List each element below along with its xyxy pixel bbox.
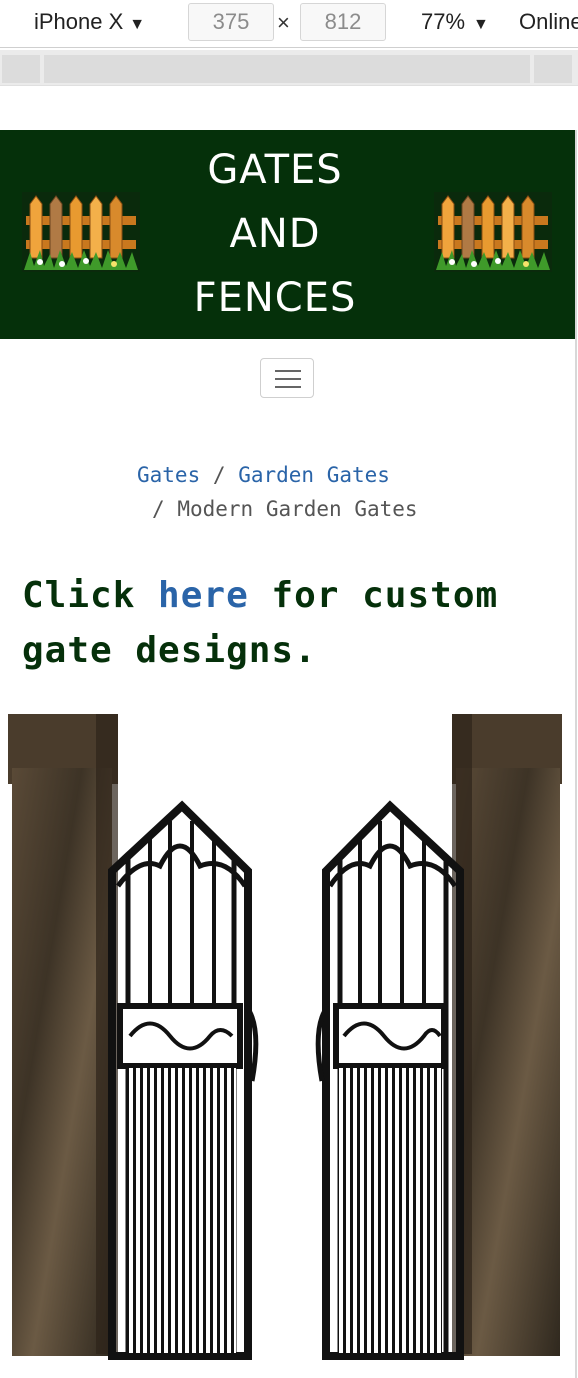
- breadcrumb-separator: /: [152, 497, 165, 521]
- viewport-edge: [575, 130, 577, 1378]
- breadcrumb-separator: /: [212, 463, 226, 487]
- breadcrumb-line: Gates / Garden Gates: [137, 458, 390, 492]
- viewport-top-spacer: [0, 87, 578, 130]
- site-title-line: AND: [229, 211, 321, 257]
- custom-design-cta: Click here for custom gate designs.: [22, 568, 562, 678]
- throttle-select[interactable]: Online: [519, 9, 578, 35]
- breadcrumb-link-garden-gates[interactable]: Garden Gates: [238, 463, 390, 487]
- picket-fence-icon: [22, 192, 140, 272]
- cta-text-before: Click: [22, 575, 159, 616]
- devtools-toolbar: iPhone X ▼ 375 × 812 77% ▼ Online: [0, 0, 578, 48]
- media-query-segment[interactable]: [2, 55, 40, 83]
- breadcrumb-current: Modern Garden Gates: [177, 497, 418, 521]
- breadcrumb-line: / Modern Garden Gates: [152, 492, 418, 526]
- device-select[interactable]: iPhone X ▼: [34, 9, 145, 35]
- zoom-label: 77%: [421, 9, 466, 34]
- device-label: iPhone X: [34, 9, 124, 34]
- site-title-line: FENCES: [193, 275, 357, 321]
- breadcrumb-link-gates[interactable]: Gates: [137, 463, 200, 487]
- zoom-select[interactable]: 77% ▼: [421, 9, 489, 35]
- site-title[interactable]: GATES AND FENCES: [140, 138, 410, 330]
- site-header: GATES AND FENCES: [0, 130, 575, 339]
- media-query-segment[interactable]: [44, 55, 530, 83]
- custom-design-link[interactable]: here: [158, 575, 249, 616]
- nav-toggle-button[interactable]: [260, 358, 314, 398]
- media-query-bar: [0, 50, 578, 86]
- site-title-line: GATES: [207, 147, 343, 193]
- chevron-down-icon: ▼: [129, 16, 146, 33]
- height-input[interactable]: 812: [300, 3, 386, 41]
- width-input[interactable]: 375: [188, 3, 274, 41]
- dimension-separator: ×: [277, 10, 290, 35]
- garden-gate-image: [8, 714, 562, 1360]
- picket-fence-icon: [434, 192, 552, 272]
- chevron-down-icon: ▼: [473, 16, 489, 33]
- media-query-segment[interactable]: [534, 55, 572, 83]
